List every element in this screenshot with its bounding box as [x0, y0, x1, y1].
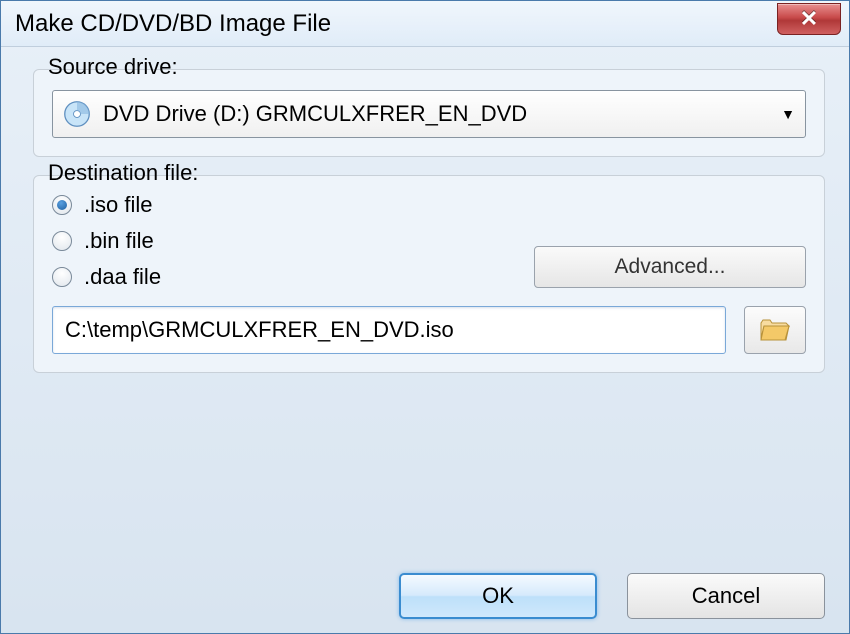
radio-daa-label: .daa file — [84, 264, 161, 290]
radio-bin-label: .bin file — [84, 228, 154, 254]
dialog-content: Source drive: DVD Drive (D:) GRMCULXFRER… — [1, 47, 849, 403]
ok-button[interactable]: OK — [399, 573, 597, 619]
dialog-buttons: OK Cancel — [399, 573, 825, 619]
advanced-button-label: Advanced... — [615, 255, 726, 279]
cancel-button-label: Cancel — [692, 583, 760, 609]
close-icon: ✕ — [800, 6, 818, 32]
radio-bin[interactable]: .bin file — [52, 228, 534, 254]
source-drive-legend: Source drive: — [44, 54, 182, 80]
cancel-button[interactable]: Cancel — [627, 573, 825, 619]
browse-button[interactable] — [744, 306, 806, 354]
window-title: Make CD/DVD/BD Image File — [15, 10, 331, 38]
source-drive-group: Source drive: DVD Drive (D:) GRMCULXFRER… — [33, 69, 825, 157]
source-drive-selected: DVD Drive (D:) GRMCULXFRER_EN_DVD — [103, 101, 781, 127]
chevron-down-icon: ▼ — [781, 106, 795, 122]
disc-drive-icon — [63, 100, 91, 128]
radio-iso-input[interactable] — [52, 195, 72, 215]
destination-file-group: Destination file: .iso file .bin file .d… — [33, 175, 825, 373]
advanced-button[interactable]: Advanced... — [534, 246, 806, 288]
radio-daa-input[interactable] — [52, 267, 72, 287]
destination-file-legend: Destination file: — [44, 160, 202, 186]
folder-icon — [760, 318, 790, 342]
close-button[interactable]: ✕ — [777, 3, 841, 35]
radio-daa[interactable]: .daa file — [52, 264, 534, 290]
ok-button-label: OK — [482, 583, 514, 609]
titlebar: Make CD/DVD/BD Image File ✕ — [1, 1, 849, 47]
radio-bin-input[interactable] — [52, 231, 72, 251]
radio-iso-label: .iso file — [84, 192, 152, 218]
dialog-window: Make CD/DVD/BD Image File ✕ Source drive… — [0, 0, 850, 634]
radio-iso[interactable]: .iso file — [52, 192, 534, 218]
source-drive-dropdown[interactable]: DVD Drive (D:) GRMCULXFRER_EN_DVD ▼ — [52, 90, 806, 138]
destination-path-input[interactable] — [52, 306, 726, 354]
